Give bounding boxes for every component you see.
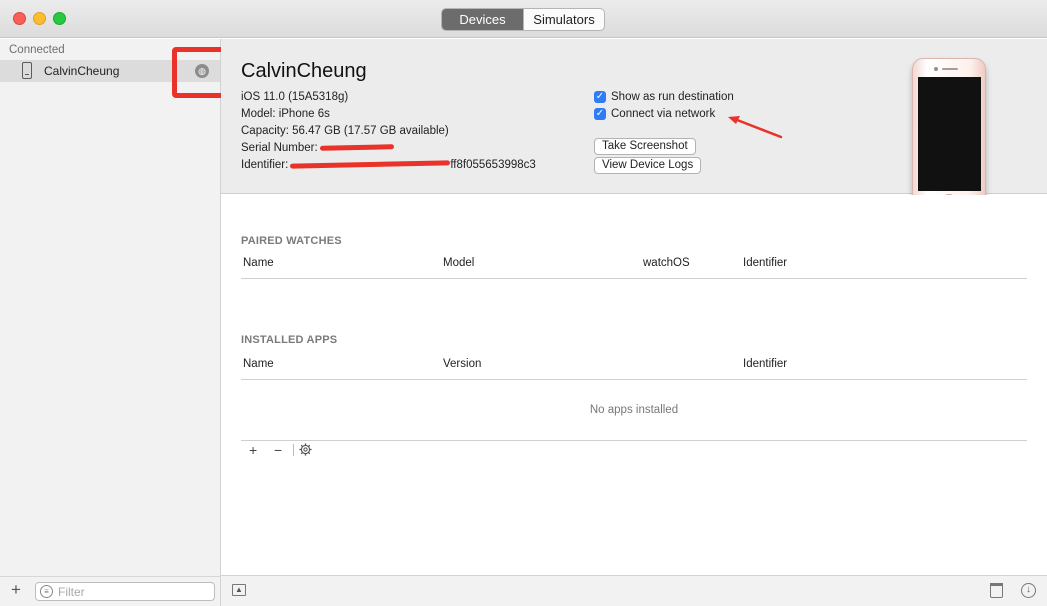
checkmark-icon: ✓ [594,91,606,103]
capacity-text: Capacity: 56.47 GB (17.57 GB available) [241,125,449,137]
redaction-mark [319,144,394,152]
serial-number-row: Serial Number: [241,142,394,154]
annotation-arrow-icon [728,116,783,139]
connect-via-network-label: Connect via network [611,108,716,120]
add-app-button[interactable]: + [249,442,257,458]
divider [241,440,1027,441]
close-window-button[interactable] [13,12,26,25]
filter-icon: ≡ [40,585,53,598]
sidebar-section-connected: Connected [9,44,65,56]
divider [241,379,1027,380]
toolbar-separator [293,444,294,456]
column-header-version[interactable]: Version [443,358,481,370]
ios-version-text: iOS 11.0 (15A5318g) [241,91,349,103]
divider [241,278,1027,279]
redaction-mark [290,160,451,170]
no-apps-message: No apps installed [589,404,679,416]
serial-number-label: Serial Number: [241,142,318,154]
speaker-icon [942,68,958,70]
view-device-logs-button[interactable]: View Device Logs [594,157,702,174]
column-header-identifier[interactable]: Identifier [743,257,787,269]
connect-via-network-checkbox[interactable]: ✓ Connect via network [594,108,715,120]
add-device-button[interactable]: + [11,581,21,599]
take-screenshot-button[interactable]: Take Screenshot [594,138,696,155]
bottom-bar: ▲ ↓ [221,575,1047,606]
iphone-screen [918,77,981,191]
identifier-label: Identifier: [241,159,289,171]
minimize-window-button[interactable] [33,12,46,25]
checkmark-icon: ✓ [594,108,606,120]
remove-app-button[interactable]: − [274,442,282,458]
sidebar: Connected CalvinCheung ◍ + ≡ Filter [0,39,232,606]
title-bar: Devices Simulators [0,0,1047,38]
toggle-console-icon[interactable]: ▲ [232,584,246,596]
gear-icon[interactable] [299,443,312,456]
tab-simulators[interactable]: Simulators [523,9,604,30]
device-details-content: PAIRED WATCHES Name Model watchOS Identi… [221,195,1047,575]
column-header-model[interactable]: Model [443,257,474,269]
model-text: Model: iPhone 6s [241,108,330,120]
trash-icon[interactable] [990,583,1003,598]
filter-field[interactable]: ≡ Filter [35,582,215,601]
sidebar-item-label: CalvinCheung [44,64,120,78]
identifier-value-tail: ff8f055653998c3 [450,159,536,171]
paired-watches-title: PAIRED WATCHES [241,235,342,247]
camera-icon [934,67,938,71]
filter-placeholder: Filter [58,585,85,599]
device-info-panel: CalvinCheung iOS 11.0 (15A5318g) Model: … [221,39,1047,210]
show-run-destination-label: Show as run destination [611,91,734,103]
zoom-window-button[interactable] [53,12,66,25]
show-run-destination-checkbox[interactable]: ✓ Show as run destination [594,91,734,103]
download-icon[interactable]: ↓ [1021,583,1036,598]
identifier-row: Identifier: ff8f055653998c3 [241,159,536,171]
column-header-name[interactable]: Name [243,257,274,269]
iphone-icon [22,62,32,79]
devices-simulators-segmented-control: Devices Simulators [441,8,605,31]
column-header-name[interactable]: Name [243,358,274,370]
tab-devices[interactable]: Devices [442,9,523,30]
column-header-identifier[interactable]: Identifier [743,358,787,370]
sidebar-footer: + ≡ Filter [0,576,220,606]
iphone-device-image [912,58,986,210]
installed-apps-title: INSTALLED APPS [241,334,338,346]
device-name-heading: CalvinCheung [241,60,367,82]
column-header-watchos[interactable]: watchOS [643,257,690,269]
